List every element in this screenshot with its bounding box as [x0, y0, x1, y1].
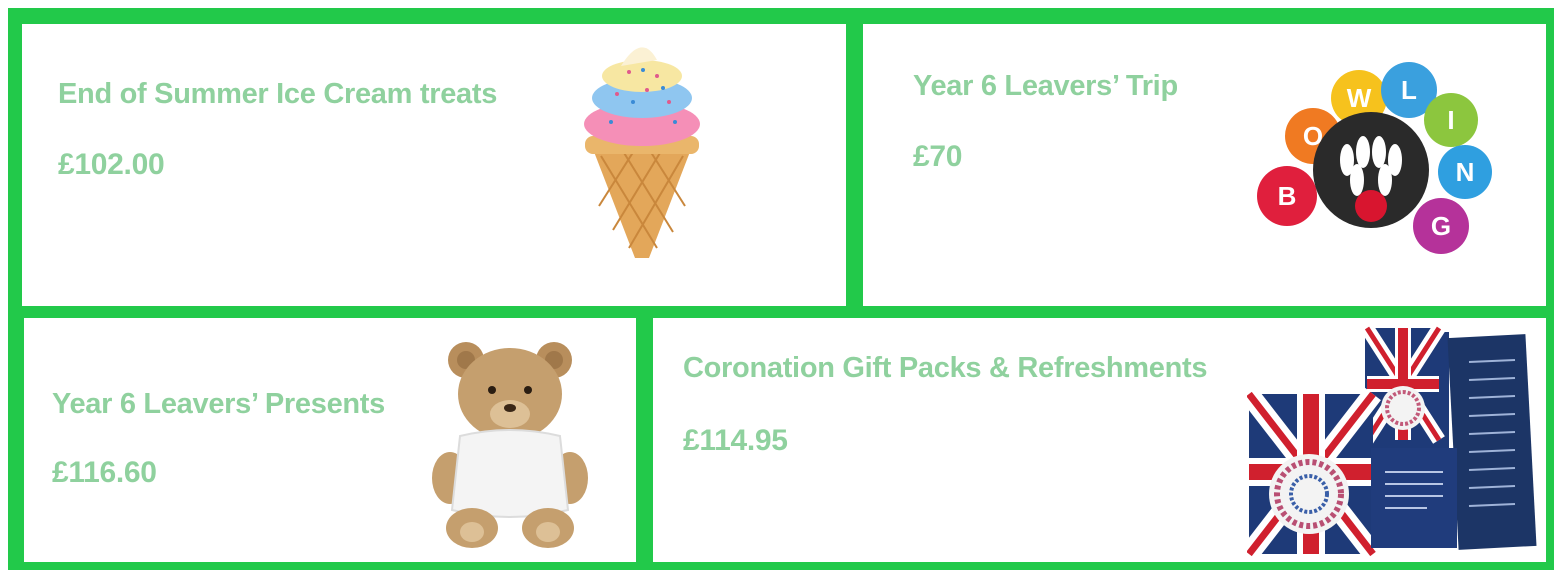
coronation-pack-icon: [1247, 324, 1537, 558]
bowling-letter: L: [1401, 75, 1417, 105]
ice-cream-icon: [584, 47, 700, 258]
bowling-letter: I: [1447, 105, 1454, 135]
bowling-icon: B O W L I N G: [1257, 62, 1492, 254]
item-title: Coronation Gift Packs & Refreshments: [683, 352, 1208, 384]
teddy-bear-icon: [432, 342, 588, 548]
item-card-coronation: Coronation Gift Packs & Refreshments £11…: [653, 318, 1546, 562]
item-price: £114.95: [683, 424, 788, 457]
item-title: Year 6 Leavers’ Presents: [52, 388, 385, 420]
bowling-letter: W: [1347, 83, 1372, 113]
bowling-letter: N: [1456, 157, 1475, 187]
item-title: Year 6 Leavers’ Trip: [913, 70, 1178, 102]
bowling-letter: B: [1278, 181, 1297, 211]
item-title: End of Summer Ice Cream treats: [58, 78, 498, 110]
bowling-letter: G: [1431, 211, 1451, 241]
item-card-teddy: Year 6 Leavers’ Presents £116.60: [24, 318, 636, 562]
item-price: £70: [913, 140, 963, 173]
item-price: £116.60: [52, 456, 157, 489]
bowling-letter: O: [1303, 121, 1323, 151]
item-price: £102.00: [58, 148, 165, 181]
item-card-bowling: Year 6 Leavers’ Trip £70 B O W L I N G: [863, 24, 1546, 306]
item-card-ice-cream: End of Summer Ice Cream treats £102.00: [22, 24, 846, 306]
